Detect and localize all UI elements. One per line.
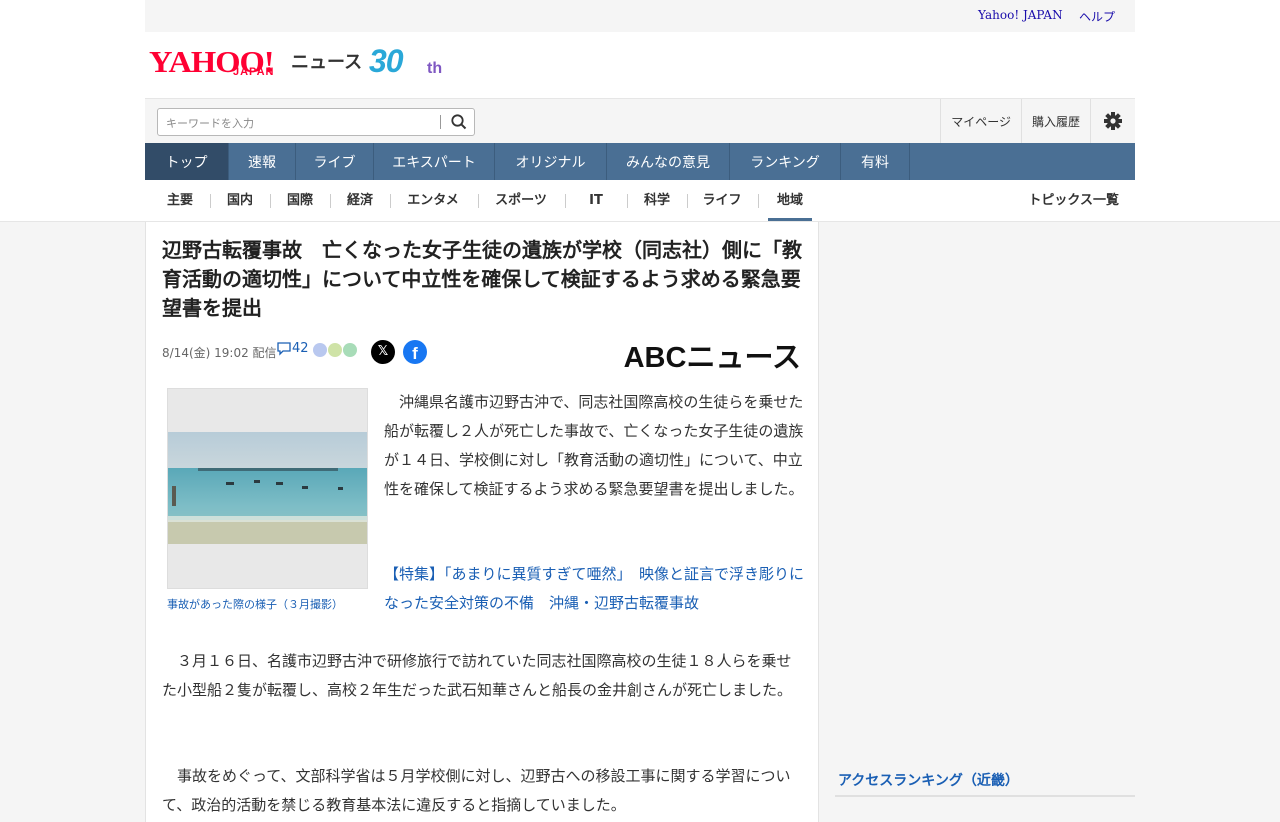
- sub-nav-life[interactable]: ライフ: [696, 181, 748, 219]
- main-nav-original[interactable]: オリジナル: [495, 143, 607, 180]
- main-nav-ranking[interactable]: ランキング: [730, 143, 841, 180]
- sub-nav-entertainment[interactable]: エンタメ: [400, 181, 466, 219]
- article-photo-frame[interactable]: [167, 388, 368, 589]
- sub-nav-divider: [627, 194, 628, 208]
- x-share-icon[interactable]: 𝕏: [371, 340, 395, 364]
- article-lead-paragraph: 沖縄県名護市辺野古沖で、同志社国際高校の生徒らを乗せた船が転覆し２人が死亡した事…: [384, 393, 804, 498]
- main-nav-expert[interactable]: エキスパート: [374, 143, 495, 180]
- logo-news-text: ニュース: [291, 52, 363, 73]
- comment-count: 42: [292, 341, 309, 356]
- yahoo-news-logo[interactable]: YAHOO! JAPAN ニュース 30 th: [149, 43, 449, 84]
- search-divider: [440, 115, 441, 129]
- main-nav-live[interactable]: ライブ: [296, 143, 374, 180]
- reaction-face-icon: [313, 343, 327, 357]
- sub-nav-local[interactable]: 地域: [768, 181, 812, 221]
- main-nav-top[interactable]: トップ: [145, 143, 229, 180]
- article-delivery-label: 配信: [252, 346, 277, 360]
- photo-caption: 事故があった際の様子（３月撮影）: [167, 598, 343, 611]
- comments-link[interactable]: 42: [276, 341, 309, 356]
- sub-nav-divider: [565, 194, 566, 208]
- sub-nav-main[interactable]: 主要: [160, 181, 200, 219]
- comment-icon: [277, 342, 291, 356]
- sub-nav-science[interactable]: 科学: [637, 181, 677, 219]
- source-logo[interactable]: ABCニュース: [624, 334, 801, 376]
- main-nav-opinions[interactable]: みんなの意見: [607, 143, 730, 180]
- article-paragraph: 事故をめぐって、文部科学省は５月学校側に対し、辺野古への移設工事に関する学習につ…: [162, 767, 791, 814]
- sub-nav-divider: [210, 194, 211, 208]
- article-paragraph: ３月１６日、名護市辺野古沖で研修旅行で訪れていた同志社国際高校の生徒１８人らを乗…: [162, 652, 793, 699]
- sub-nav-it[interactable]: IT: [575, 181, 617, 219]
- anniversary-suffix: th: [427, 60, 443, 77]
- yahoo-japan-link[interactable]: Yahoo! JAPAN: [978, 8, 1063, 22]
- article-meta: 8/14(金) 19:02 配信: [162, 344, 277, 361]
- article: 辺野古転覆事故 亡くなった女子生徒の遺族が学校（同志社）側に「教育活動の適切性」…: [145, 222, 819, 822]
- access-ranking-title[interactable]: アクセスランキング（近畿）: [838, 770, 1019, 790]
- article-photo: [168, 432, 367, 544]
- sub-nav-divider: [330, 194, 331, 208]
- sub-nav: 主要 国内 国際 経済 エンタメ スポーツ IT 科学 ライフ 地域 トピックス…: [145, 181, 1135, 221]
- main-nav-breaking[interactable]: 速報: [229, 143, 296, 180]
- reaction-face-icon: [343, 343, 357, 357]
- article-datetime: 8/14(金) 19:02: [162, 346, 249, 360]
- sub-nav-divider: [390, 194, 391, 208]
- purchase-history-link[interactable]: 購入履歴: [1020, 99, 1090, 143]
- feature-article-link[interactable]: 【特集】｢あまりに異質すぎて唖然｣ 映像と証言で浮き彫りになった安全対策の不備 …: [384, 560, 804, 618]
- main-nav-paid[interactable]: 有料: [841, 143, 910, 180]
- sub-nav-world[interactable]: 国際: [280, 181, 320, 219]
- sub-nav-divider: [270, 194, 271, 208]
- logo-japan-text: JAPAN: [233, 66, 275, 78]
- help-link[interactable]: ヘルプ: [1079, 8, 1115, 25]
- sub-nav-divider: [478, 194, 479, 208]
- reaction-icons: [313, 343, 358, 357]
- gear-icon[interactable]: [1090, 99, 1135, 143]
- utility-bar: Yahoo! JAPAN ヘルプ: [145, 0, 1135, 32]
- header-right-links: マイページ 購入履歴: [940, 99, 1135, 143]
- sub-nav-economy[interactable]: 経済: [340, 181, 380, 219]
- sidebar-divider: [835, 795, 1135, 797]
- search-icon[interactable]: [448, 112, 470, 132]
- sub-nav-domestic[interactable]: 国内: [220, 181, 260, 219]
- sub-nav-divider: [758, 194, 759, 208]
- sub-nav-divider: [687, 194, 688, 208]
- sub-nav-sports[interactable]: スポーツ: [488, 181, 554, 219]
- topics-list-link[interactable]: トピックス一覧: [1028, 181, 1119, 221]
- article-title: 辺野古転覆事故 亡くなった女子生徒の遺族が学校（同志社）側に「教育活動の適切性」…: [162, 238, 802, 320]
- search-row: マイページ 購入履歴: [145, 98, 1135, 143]
- search-input[interactable]: [164, 113, 438, 133]
- reaction-face-icon: [328, 343, 342, 357]
- mypage-link[interactable]: マイページ: [940, 99, 1021, 143]
- anniversary-30-badge: 30: [369, 43, 404, 79]
- facebook-share-icon[interactable]: f: [403, 340, 427, 364]
- search-box: [157, 108, 475, 136]
- main-nav: トップ 速報 ライブ エキスパート オリジナル みんなの意見 ランキング 有料: [145, 143, 1135, 180]
